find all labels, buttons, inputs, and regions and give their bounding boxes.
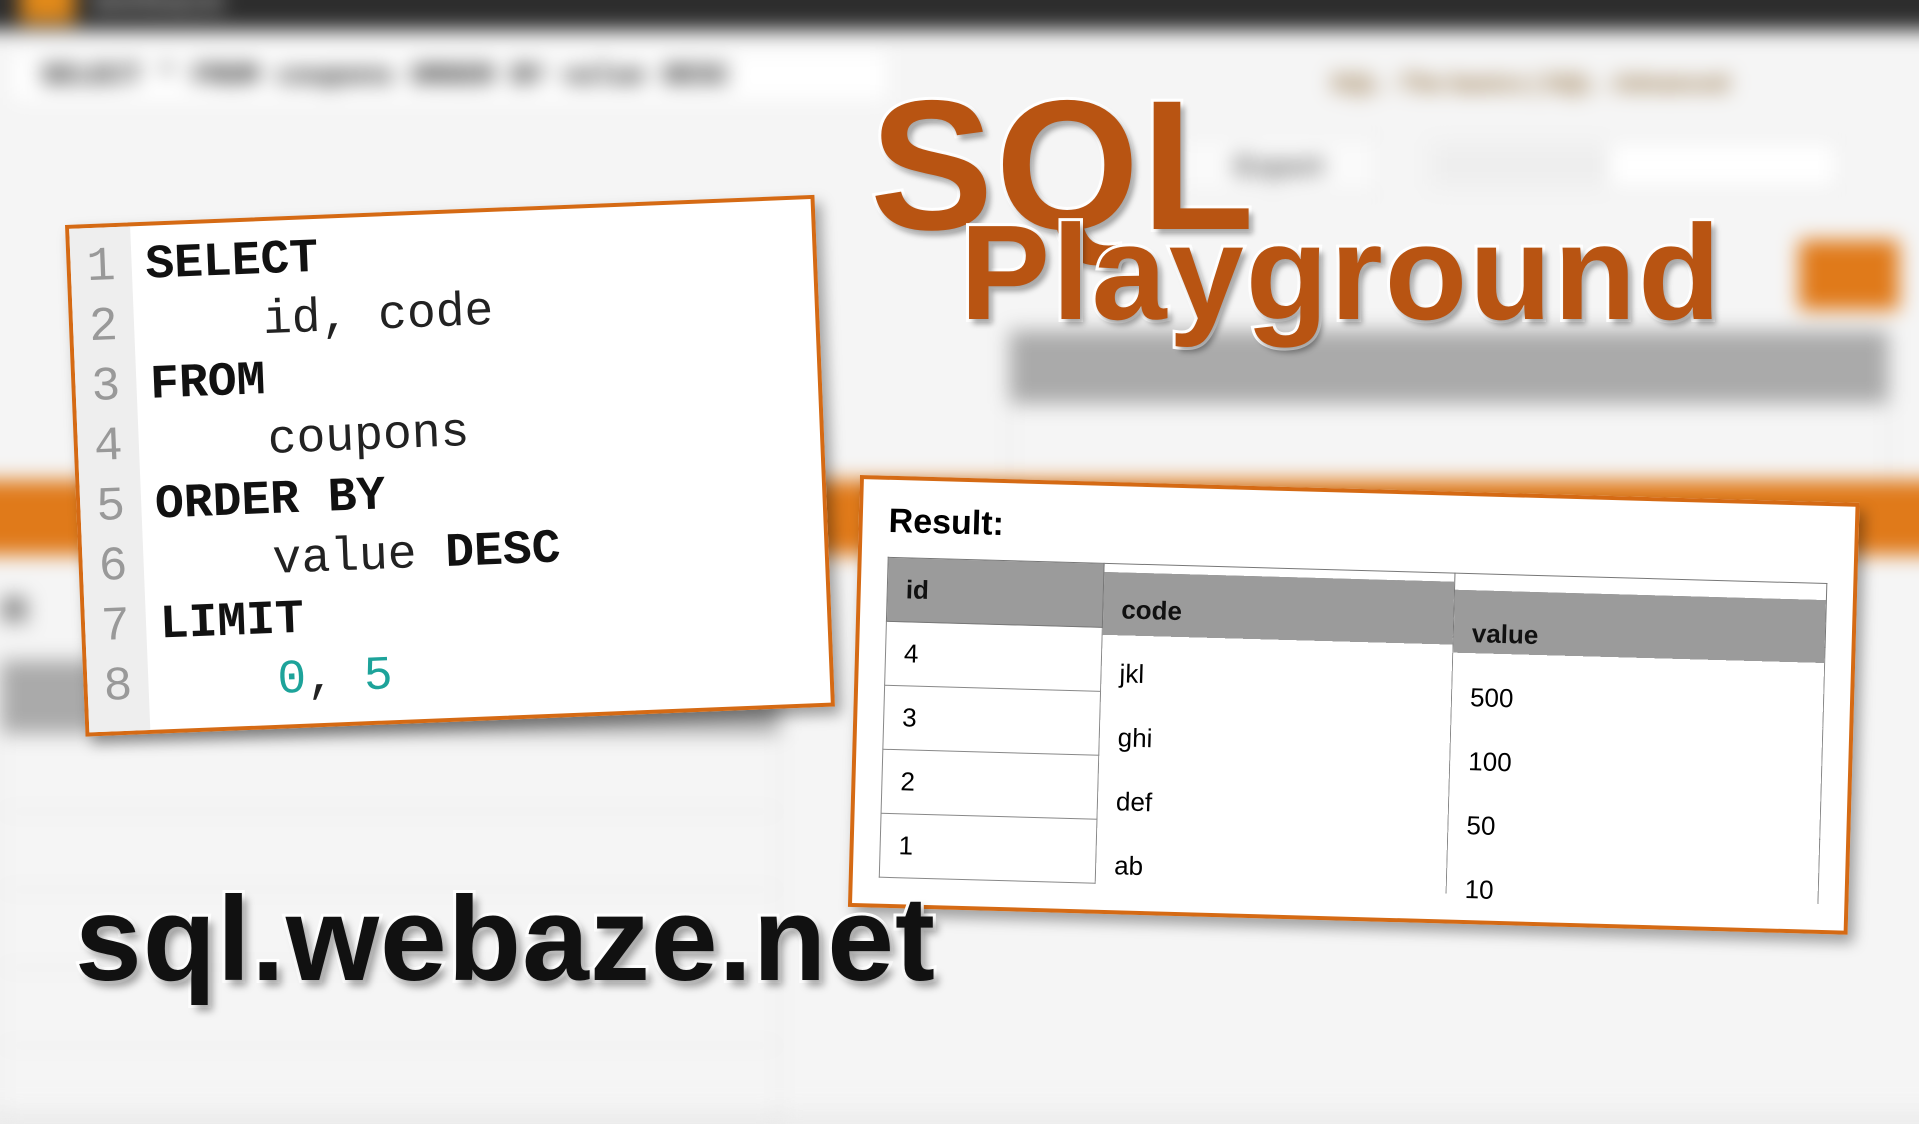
code-line: ORDER BY	[154, 469, 386, 532]
code-line: LIMIT	[159, 593, 305, 653]
cell-id: 2	[881, 749, 1099, 819]
bg-query-text: SELECT * FROM coupons ORDER BY value DES…	[41, 61, 730, 92]
brand-logo	[20, 0, 75, 23]
result-title: Result:	[888, 502, 1829, 567]
bg-right-table	[1009, 330, 1889, 482]
code-line: 0, 5	[161, 649, 393, 712]
col-value: value	[1453, 589, 1827, 663]
sql-query-background: SELECT * FROM coupons ORDER BY value DES…	[10, 48, 889, 103]
cell-id: 3	[883, 685, 1101, 755]
line-number: 7	[100, 597, 131, 658]
result-table: id code value 4 jkl 500 3 ghi 100 2 def …	[879, 557, 1828, 904]
col-id: id	[886, 557, 1104, 627]
line-number: 3	[90, 357, 121, 418]
col-code: code	[1102, 571, 1455, 645]
cell-code: ab	[1095, 827, 1448, 901]
course-links: SQL - The basics | SQL - Advanced	[1331, 70, 1729, 98]
line-number: 6	[98, 537, 129, 598]
cell-code: jkl	[1100, 635, 1453, 709]
line-number: 2	[88, 297, 119, 358]
line-number: 8	[102, 657, 133, 718]
file-picker[interactable]	[1429, 140, 1839, 190]
bg-left-table-row	[1, 733, 779, 811]
sql-code-body[interactable]: SELECT id, code FROM coupons ORDER BY va…	[130, 209, 587, 730]
code-line: coupons	[152, 406, 471, 473]
cell-value: 10	[1446, 845, 1820, 919]
cell-code: def	[1097, 763, 1450, 837]
promo-url: sql.webaze.net	[75, 870, 936, 1008]
run-button[interactable]	[1799, 240, 1899, 310]
line-number: 5	[95, 477, 126, 538]
cell-value: 50	[1447, 781, 1821, 855]
brand-name: webaze	[93, 0, 226, 20]
sql-code-card: 1 2 3 4 5 6 7 8 SELECT id, code FROM cou…	[65, 195, 835, 737]
bg-left-table-row	[1, 1045, 779, 1123]
result-card: Result: id code value 4 jkl 500 3 ghi 10…	[848, 475, 1860, 935]
code-line: FROM	[149, 354, 266, 413]
hero-title-line2: Playground	[960, 195, 1723, 350]
line-number: 1	[86, 237, 117, 298]
code-line: SELECT	[144, 232, 319, 293]
cell-id: 4	[885, 621, 1103, 691]
cell-value: 500	[1451, 653, 1825, 727]
bg-right-table-row	[1010, 403, 1888, 481]
app-topbar: webaze	[0, 0, 1919, 30]
code-line: value DESC	[156, 522, 561, 592]
bg-left-result-label: R	[2, 590, 28, 632]
line-number: 4	[93, 417, 124, 478]
cell-value: 100	[1449, 717, 1823, 791]
cell-code: ghi	[1099, 699, 1452, 773]
code-line: id, code	[147, 285, 495, 353]
